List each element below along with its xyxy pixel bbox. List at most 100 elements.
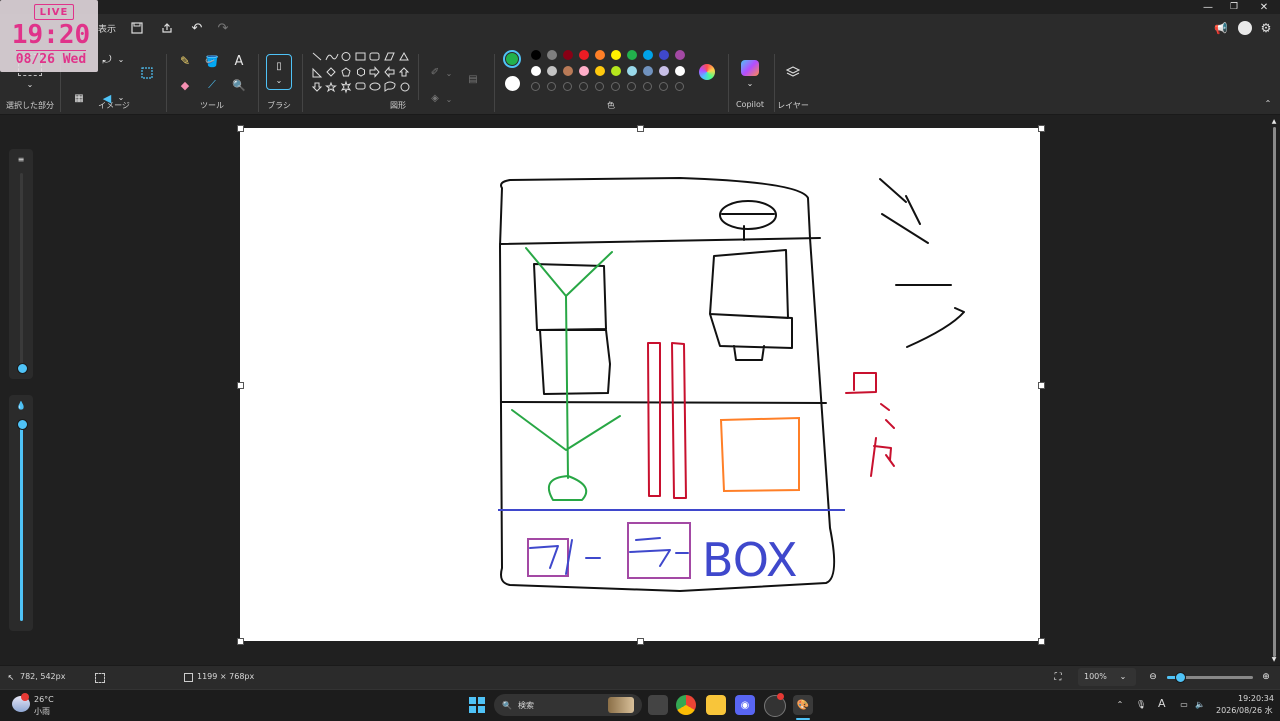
rotate-chevron-icon[interactable]: ⌄	[116, 54, 126, 64]
palette-swatch-row2-0[interactable]	[531, 66, 541, 76]
resize-handle-r[interactable]	[1038, 382, 1045, 389]
zoom-slider-thumb[interactable]	[1175, 672, 1186, 683]
zoom-out-icon[interactable]: ⊖	[1147, 670, 1159, 684]
minimize-button[interactable]: —	[1196, 0, 1220, 14]
shape-outline-chevron-icon[interactable]: ⌄	[444, 68, 454, 78]
account-avatar[interactable]	[1238, 21, 1252, 35]
palette-swatch-row2-9[interactable]	[675, 66, 685, 76]
resize-handle-tl[interactable]	[237, 125, 244, 132]
shape-fill-icon[interactable]: ◈	[428, 92, 442, 104]
save-icon[interactable]	[128, 20, 146, 36]
brush-button[interactable]: ▯ ⌄	[266, 54, 292, 90]
palette-swatch-row1-6[interactable]	[627, 50, 637, 60]
palette-swatch-row1-5[interactable]	[611, 50, 621, 60]
resize-handle-t[interactable]	[637, 125, 644, 132]
display-icon[interactable]: ▭	[1178, 698, 1190, 710]
ribbon-collapse-chevron-icon[interactable]: ⌃	[1262, 98, 1274, 108]
vertical-scrollbar[interactable]	[1273, 127, 1276, 657]
opacity-thumb[interactable]	[17, 419, 28, 430]
palette-swatch-row2-4[interactable]	[595, 66, 605, 76]
scroll-up-icon[interactable]: ▲	[1270, 117, 1278, 125]
palette-swatch-row1-8[interactable]	[659, 50, 669, 60]
scroll-down-icon[interactable]: ▼	[1270, 655, 1278, 663]
share-icon[interactable]	[158, 20, 176, 36]
drawing-canvas[interactable]: BOX	[240, 128, 1040, 641]
ime-indicator[interactable]: A	[1158, 697, 1166, 710]
taskbar-clock-date[interactable]: 2026/08/26 水	[1216, 705, 1273, 716]
chrome-icon[interactable]	[676, 695, 696, 715]
fill-bucket-icon[interactable]: 🪣	[203, 52, 221, 70]
file-explorer-icon[interactable]	[706, 695, 726, 715]
paint-app-icon[interactable]: 🎨	[793, 695, 813, 715]
palette-swatch-row2-6[interactable]	[627, 66, 637, 76]
custom-color-slot-1[interactable]	[547, 82, 556, 91]
resize-handle-tr[interactable]	[1038, 125, 1045, 132]
taskbar-search-box[interactable]: 🔍 検索	[494, 694, 642, 716]
palette-swatch-row1-7[interactable]	[643, 50, 653, 60]
palette-swatch-row1-1[interactable]	[547, 50, 557, 60]
palette-swatch-row1-9[interactable]	[675, 50, 685, 60]
maximize-button[interactable]: ❐	[1222, 0, 1246, 14]
magnifier-icon[interactable]: 🔍	[230, 76, 248, 94]
settings-gear-icon[interactable]: ⚙	[1258, 20, 1274, 36]
palette-swatch-row1-0[interactable]	[531, 50, 541, 60]
discord-icon[interactable]: ◉	[735, 695, 755, 715]
shapes-gallery[interactable]	[310, 50, 414, 100]
microphone-icon[interactable]: 🎙	[1135, 698, 1147, 710]
taskbar-clock-time[interactable]: 19:20:34	[1238, 694, 1274, 703]
shape-outline-icon[interactable]: ✐	[428, 66, 442, 78]
resize-handle-bl[interactable]	[237, 638, 244, 645]
edit-colors-icon[interactable]	[699, 64, 715, 80]
custom-color-slot-4[interactable]	[595, 82, 604, 91]
copilot-chevron-icon[interactable]: ⌄	[745, 78, 755, 88]
palette-swatch-row1-4[interactable]	[595, 50, 605, 60]
palette-swatch-row2-3[interactable]	[579, 66, 589, 76]
brush-size-slider[interactable]	[20, 173, 23, 369]
layers-icon[interactable]	[784, 64, 802, 80]
palette-swatch-row2-7[interactable]	[643, 66, 653, 76]
color-picker-icon[interactable]: ⟋	[203, 76, 221, 94]
palette-swatch-row2-2[interactable]	[563, 66, 573, 76]
selection-chevron-icon[interactable]: ⌄	[24, 80, 36, 89]
custom-color-slot-6[interactable]	[627, 82, 636, 91]
zoom-in-icon[interactable]: ⊕	[1260, 670, 1272, 684]
palette-swatch-row2-1[interactable]	[547, 66, 557, 76]
start-button[interactable]	[469, 697, 485, 713]
menu-view[interactable]: 表示	[98, 22, 116, 35]
custom-color-slot-5[interactable]	[611, 82, 620, 91]
custom-color-slot-9[interactable]	[675, 82, 684, 91]
palette-swatch-row1-2[interactable]	[563, 50, 573, 60]
task-view-icon[interactable]	[648, 695, 668, 715]
zoom-dropdown[interactable]: 100% ⌄	[1078, 668, 1136, 686]
rotate-icon[interactable]: ⤾	[98, 52, 116, 68]
volume-icon[interactable]: 🔈	[1194, 698, 1206, 710]
resize-handle-br[interactable]	[1038, 638, 1045, 645]
secondary-color-swatch[interactable]	[505, 76, 520, 91]
palette-swatch-row1-3[interactable]	[579, 50, 589, 60]
fit-to-window-icon[interactable]: ⛶	[1050, 670, 1066, 684]
custom-color-slot-2[interactable]	[563, 82, 572, 91]
custom-color-slot-8[interactable]	[659, 82, 668, 91]
shape-fill-chevron-icon[interactable]: ⌄	[444, 94, 454, 104]
palette-swatch-row2-8[interactable]	[659, 66, 669, 76]
opacity-slider[interactable]	[20, 421, 23, 621]
crop-icon[interactable]	[138, 64, 156, 82]
text-tool-icon[interactable]: A	[230, 52, 248, 70]
close-window-button[interactable]: ✕	[1252, 0, 1276, 14]
notification-icon[interactable]: 📢	[1212, 20, 1230, 36]
redo-icon[interactable]: ↷	[214, 20, 232, 36]
show-hidden-icons-chevron-icon[interactable]: ⌃	[1114, 698, 1126, 710]
primary-color-swatch[interactable]	[503, 50, 521, 68]
custom-color-slot-0[interactable]	[531, 82, 540, 91]
copilot-icon[interactable]	[741, 60, 759, 76]
resize-handle-l[interactable]	[237, 382, 244, 389]
custom-color-slot-3[interactable]	[579, 82, 588, 91]
custom-color-slot-7[interactable]	[643, 82, 652, 91]
shape-size-icon[interactable]: ▤	[464, 72, 482, 86]
brush-size-thumb[interactable]	[17, 363, 28, 374]
eraser-icon[interactable]: ◆	[176, 76, 194, 94]
resize-handle-b[interactable]	[637, 638, 644, 645]
pencil-icon[interactable]: ✎	[176, 52, 194, 70]
palette-swatch-row2-5[interactable]	[611, 66, 621, 76]
undo-icon[interactable]: ↶	[188, 20, 206, 36]
